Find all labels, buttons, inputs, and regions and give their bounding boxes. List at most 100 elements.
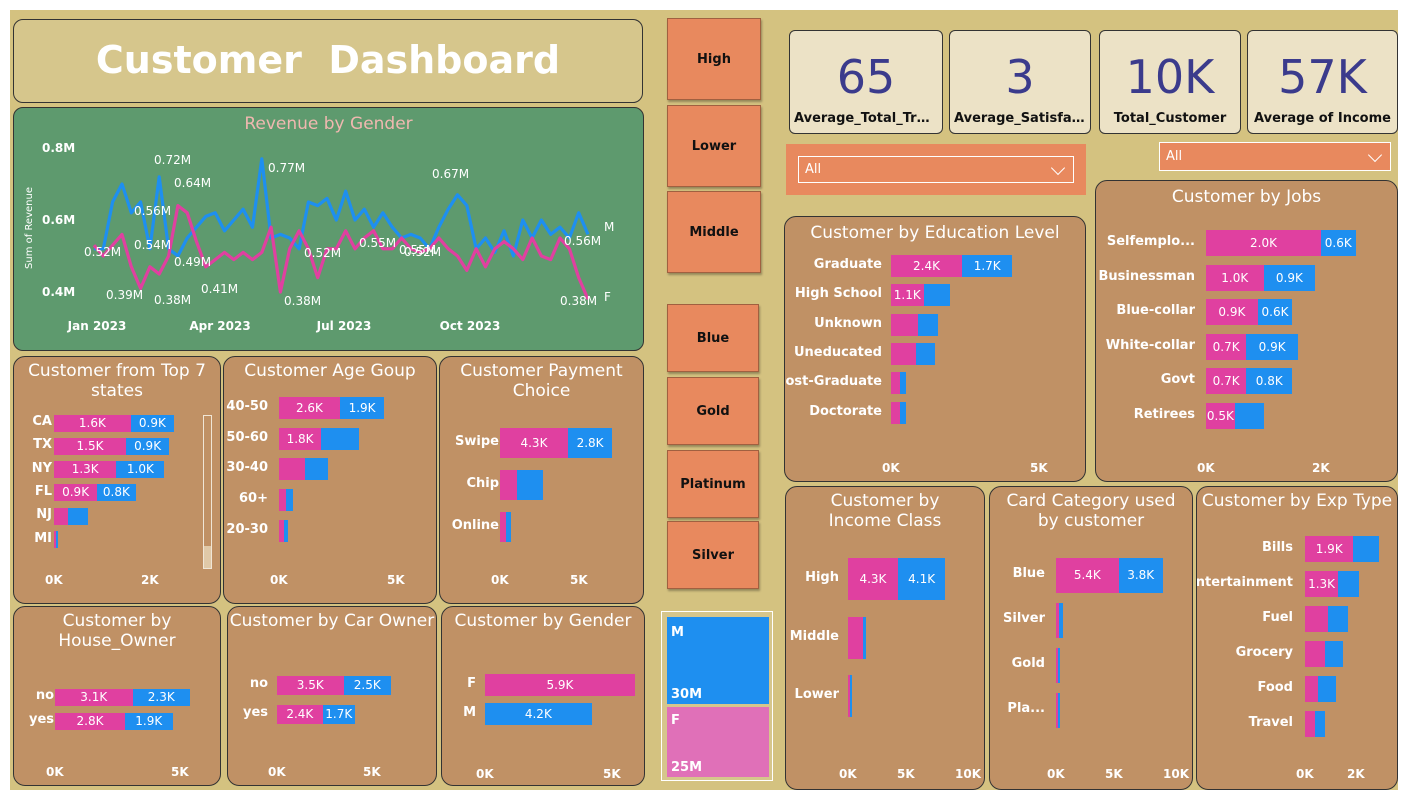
bar-male[interactable]: 1.9K: [125, 712, 173, 730]
bar-male[interactable]: [863, 616, 866, 659]
bar-male[interactable]: 0.9K: [130, 414, 174, 432]
bar-female[interactable]: 2.8K: [55, 712, 125, 730]
bar-male[interactable]: [1058, 647, 1060, 683]
bar-female[interactable]: 1.9K: [1305, 536, 1354, 562]
slicer-item-label: Blue: [696, 331, 730, 346]
dropdown-value: All: [805, 162, 822, 177]
bar-male[interactable]: [517, 470, 543, 500]
bar-female[interactable]: [279, 458, 305, 481]
bar-male[interactable]: [917, 313, 939, 336]
bar-male[interactable]: 0.8K: [1246, 368, 1293, 394]
slicer-item-lower[interactable]: Lower: [667, 105, 761, 187]
bar-female[interactable]: [1305, 711, 1316, 737]
bar-female[interactable]: [891, 372, 900, 395]
bar-female[interactable]: 0.7K: [1206, 368, 1247, 394]
bar-male[interactable]: 3.8K: [1118, 557, 1163, 593]
bar-female[interactable]: [891, 313, 918, 336]
bar-male[interactable]: [1338, 571, 1359, 597]
bar-female[interactable]: [54, 507, 69, 525]
bar-male[interactable]: [304, 458, 329, 481]
bar-female[interactable]: 4.3K: [500, 428, 568, 458]
slicer-item-blue[interactable]: Blue: [667, 304, 759, 372]
bar-male[interactable]: [68, 507, 88, 525]
bar-female[interactable]: 1.8K: [279, 427, 322, 450]
slicer-item-middle[interactable]: Middle: [667, 191, 761, 273]
bar-male[interactable]: [1058, 692, 1060, 728]
bar-male[interactable]: [899, 372, 906, 395]
bar-female[interactable]: 2.4K: [277, 704, 323, 724]
bar-female[interactable]: 0.7K: [1206, 333, 1247, 360]
bar-male[interactable]: [923, 284, 951, 307]
bar-male[interactable]: [850, 675, 852, 717]
bar-male[interactable]: 0.9K: [1246, 333, 1298, 360]
bar-female[interactable]: 0.5K: [1206, 402, 1235, 429]
bar-female[interactable]: [891, 401, 900, 424]
bar-female[interactable]: 2.4K: [891, 255, 963, 277]
bar-female[interactable]: 5.9K: [485, 674, 635, 696]
filter-dropdown-right[interactable]: All: [1159, 142, 1391, 171]
bar-female[interactable]: [891, 342, 917, 365]
bar-female[interactable]: 0.9K: [1206, 299, 1258, 325]
bar-female[interactable]: 2.0K: [1206, 230, 1321, 256]
bar-male[interactable]: 1.7K: [962, 255, 1013, 277]
bar-female[interactable]: [1305, 676, 1318, 702]
slicer-item-gold[interactable]: Gold: [667, 377, 759, 445]
bar-male[interactable]: 0.8K: [97, 484, 136, 502]
bar-male[interactable]: [1059, 602, 1063, 638]
scrollbar-thumb[interactable]: [204, 546, 211, 568]
bar-male[interactable]: 0.6K: [1321, 230, 1356, 256]
bar-male[interactable]: [286, 489, 294, 512]
bar-male[interactable]: 2.5K: [343, 675, 391, 695]
axis-tick: 5K: [363, 765, 381, 779]
bar-male[interactable]: [916, 342, 936, 365]
treemap-tile-m[interactable]: M 30M: [667, 617, 769, 704]
bar-male[interactable]: 1.7K: [322, 704, 355, 724]
bar-male[interactable]: [1315, 711, 1326, 737]
bar-female[interactable]: 1.1K: [891, 284, 924, 307]
bar-male[interactable]: [899, 401, 906, 424]
slicer-item-platinum[interactable]: Platinum: [667, 450, 759, 518]
bar-male[interactable]: 0.9K: [126, 437, 170, 455]
bar-female[interactable]: 1.3K: [54, 461, 117, 479]
scrollbar[interactable]: [203, 415, 212, 569]
bar-female[interactable]: [848, 616, 864, 659]
bar-female[interactable]: 1.6K: [54, 414, 131, 432]
bar-female[interactable]: [1305, 641, 1326, 667]
bar-female[interactable]: [1305, 606, 1328, 632]
bar-male[interactable]: [1234, 402, 1264, 429]
bar-male[interactable]: [1317, 676, 1336, 702]
bar-male[interactable]: 1.0K: [116, 461, 165, 479]
data-annotation: 0.72M: [154, 153, 191, 167]
filter-dropdown-left[interactable]: All: [786, 144, 1086, 195]
bar-male[interactable]: [506, 512, 512, 542]
bar-male[interactable]: 4.1K: [897, 558, 946, 600]
data-label: 2.5K: [353, 677, 381, 692]
bar-female[interactable]: [500, 470, 518, 500]
bar-female[interactable]: [279, 489, 287, 512]
bar-male[interactable]: [283, 519, 289, 542]
bar-female[interactable]: 3.1K: [55, 688, 133, 706]
bar-male[interactable]: 1.9K: [339, 397, 385, 419]
bar-female[interactable]: 3.5K: [277, 675, 344, 695]
bar-male[interactable]: [56, 531, 58, 548]
bar-male[interactable]: [321, 427, 359, 450]
slicer-item-high[interactable]: High: [667, 18, 761, 100]
bar-female[interactable]: 1.3K: [1305, 571, 1339, 597]
bar-male[interactable]: 0.9K: [1263, 264, 1316, 291]
bar-female[interactable]: 1.0K: [1206, 264, 1264, 291]
bar-male[interactable]: [1327, 606, 1349, 632]
treemap-tile-f[interactable]: F 25M: [667, 707, 769, 777]
bar-male[interactable]: 2.8K: [567, 428, 613, 458]
bar-female[interactable]: 2.6K: [279, 397, 340, 419]
bar-male[interactable]: [1325, 641, 1344, 667]
bar-male[interactable]: 4.2K: [485, 703, 592, 725]
bar-female[interactable]: 5.4K: [1056, 557, 1119, 593]
axis-tick: 5K: [897, 767, 915, 781]
bar-female[interactable]: 4.3K: [848, 558, 898, 600]
bar-male[interactable]: [1353, 536, 1379, 562]
bar-male[interactable]: 2.3K: [132, 688, 190, 706]
bar-female[interactable]: 1.5K: [54, 437, 126, 455]
bar-female[interactable]: 0.9K: [54, 484, 98, 502]
bar-male[interactable]: 0.6K: [1257, 299, 1293, 325]
slicer-item-silver[interactable]: Silver: [667, 521, 759, 589]
